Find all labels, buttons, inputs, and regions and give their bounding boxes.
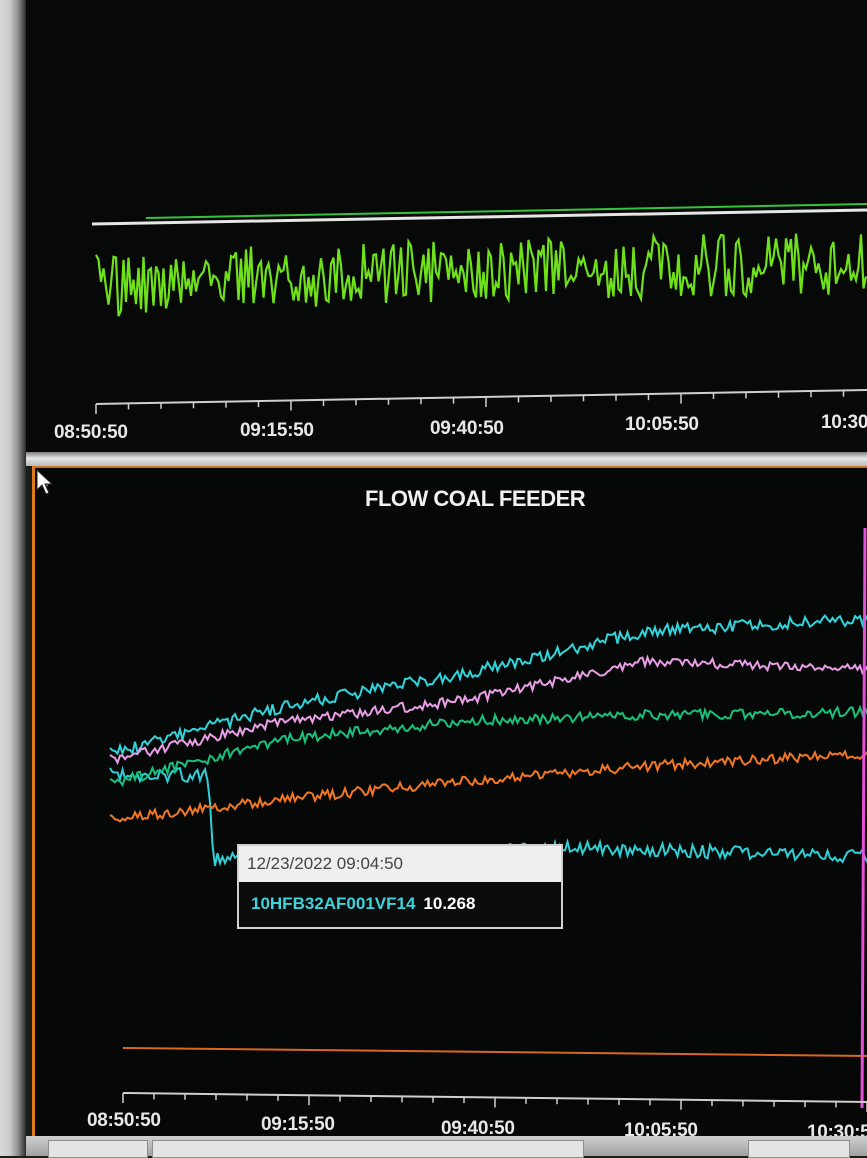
top-x-tick-3: 10:05:50 <box>625 414 699 435</box>
flow-coal-feeder-plot[interactable] <box>35 468 867 1148</box>
series-line-4 <box>109 749 867 823</box>
time-cursor-line <box>860 527 867 1109</box>
top-x-tick-0: 08:50:50 <box>54 422 128 443</box>
mouse-pointer-icon <box>36 468 54 495</box>
chart-title: FLOW COAL FEEDER <box>365 486 586 511</box>
top-x-axis <box>95 389 867 405</box>
top-series-line <box>95 231 867 317</box>
tooltip-timestamp: 12/23/2022 09:04:50 <box>239 846 561 882</box>
strip-button-2[interactable] <box>152 1140 584 1158</box>
top-x-tick-1: 09:15:50 <box>240 420 314 441</box>
strip-button-3[interactable] <box>748 1140 850 1158</box>
data-tooltip: 12/23/2022 09:04:50 10HFB32AF001VF14 10.2… <box>237 844 563 929</box>
bottom-x-tick-1: 09:15:50 <box>261 1114 335 1135</box>
strip-button-1[interactable] <box>48 1140 148 1158</box>
top-x-tick-2: 09:40:50 <box>430 418 504 439</box>
tooltip-row: 10HFB32AF001VF14 10.268 <box>239 882 561 925</box>
tooltip-value: 10.268 <box>423 894 476 913</box>
top-trend-panel[interactable]: 08:50:50 09:15:50 09:40:50 10:05:50 10:3… <box>26 0 867 455</box>
top-x-tick-4: 10:30 <box>821 412 867 433</box>
tooltip-tag: 10HFB32AF001VF14 <box>251 894 416 913</box>
monitor-bezel <box>0 0 26 1156</box>
panel-divider[interactable] <box>26 452 867 466</box>
series-line-2 <box>109 654 867 766</box>
bottom-limit-line <box>122 1047 867 1057</box>
bottom-x-tick-0: 08:50:50 <box>87 1110 161 1131</box>
bottom-trend-panel[interactable]: B FLOW COAL FEEDER 08:50:50 09:15:50 09:… <box>32 466 867 1148</box>
top-trend-plot[interactable] <box>26 0 867 455</box>
